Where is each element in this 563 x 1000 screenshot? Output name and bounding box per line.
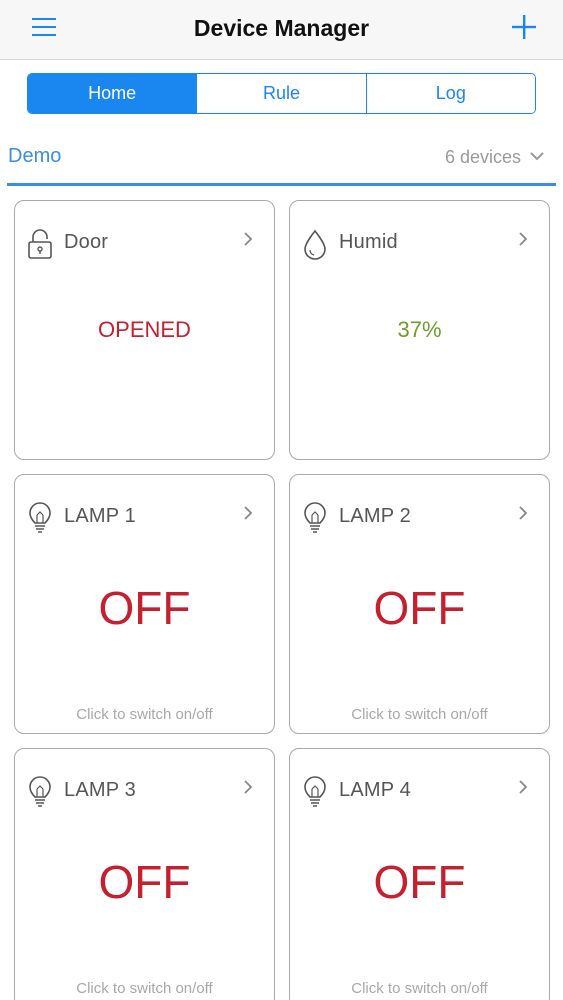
lightbulb-icon: [304, 502, 326, 533]
switch-hint: Click to switch on/off: [351, 706, 488, 723]
device-name: LAMP 1: [64, 505, 136, 527]
device-card-lamp-4[interactable]: LAMP 4 OFF Click to switch on/off: [289, 748, 550, 1000]
chevron-right-icon: [519, 506, 528, 520]
page-title: Device Manager: [193, 15, 370, 41]
add-device-button[interactable]: [511, 14, 537, 40]
humidity-value: 37%: [397, 317, 442, 342]
switch-hint: Click to switch on/off: [76, 980, 213, 997]
switch-hint: Click to switch on/off: [76, 706, 213, 723]
tab-segmented-control: Home Rule Log: [27, 73, 536, 114]
device-count: 6 devices: [444, 147, 521, 167]
device-card-lamp-1[interactable]: LAMP 1 OFF Click to switch on/off: [14, 474, 275, 734]
device-card-lamp-2[interactable]: LAMP 2 OFF Click to switch on/off: [289, 474, 550, 734]
device-status: OPENED: [98, 317, 191, 342]
device-card-humid[interactable]: Humid 37%: [289, 200, 550, 460]
plus-icon: [512, 15, 536, 39]
chevron-right-icon: [244, 506, 253, 520]
device-name: LAMP 2: [339, 505, 411, 527]
tab-log[interactable]: Log: [365, 74, 535, 113]
lamp-state: OFF: [98, 856, 191, 908]
lamp-state: OFF: [373, 582, 466, 634]
device-name: Humid: [339, 231, 398, 253]
chevron-right-icon: [519, 780, 528, 794]
device-manager-screen: Device Manager Home Rule Log Demo 6 devi…: [0, 0, 563, 1000]
device-name: Door: [64, 231, 109, 253]
device-card-door[interactable]: Door OPENED: [14, 200, 275, 460]
group-name[interactable]: Demo: [8, 145, 61, 168]
nav-bar: Device Manager: [0, 0, 563, 60]
group-divider: [7, 183, 556, 186]
lightbulb-icon: [304, 776, 326, 807]
lightbulb-icon: [29, 502, 51, 533]
lamp-state: OFF: [373, 856, 466, 908]
chevron-down-icon[interactable]: [529, 150, 545, 162]
device-card-lamp-3[interactable]: LAMP 3 OFF Click to switch on/off: [14, 748, 275, 1000]
device-name: LAMP 3: [64, 779, 136, 801]
chevron-right-icon: [244, 780, 253, 794]
tab-home[interactable]: Home: [28, 74, 197, 113]
chevron-right-icon: [519, 232, 528, 246]
chevron-right-icon: [244, 232, 253, 246]
lamp-state: OFF: [98, 582, 191, 634]
switch-hint: Click to switch on/off: [351, 980, 488, 997]
lock-icon: [28, 229, 52, 259]
device-name: LAMP 4: [339, 779, 411, 801]
droplet-icon: [304, 229, 326, 260]
lightbulb-icon: [29, 776, 51, 807]
tab-rule[interactable]: Rule: [196, 74, 366, 113]
